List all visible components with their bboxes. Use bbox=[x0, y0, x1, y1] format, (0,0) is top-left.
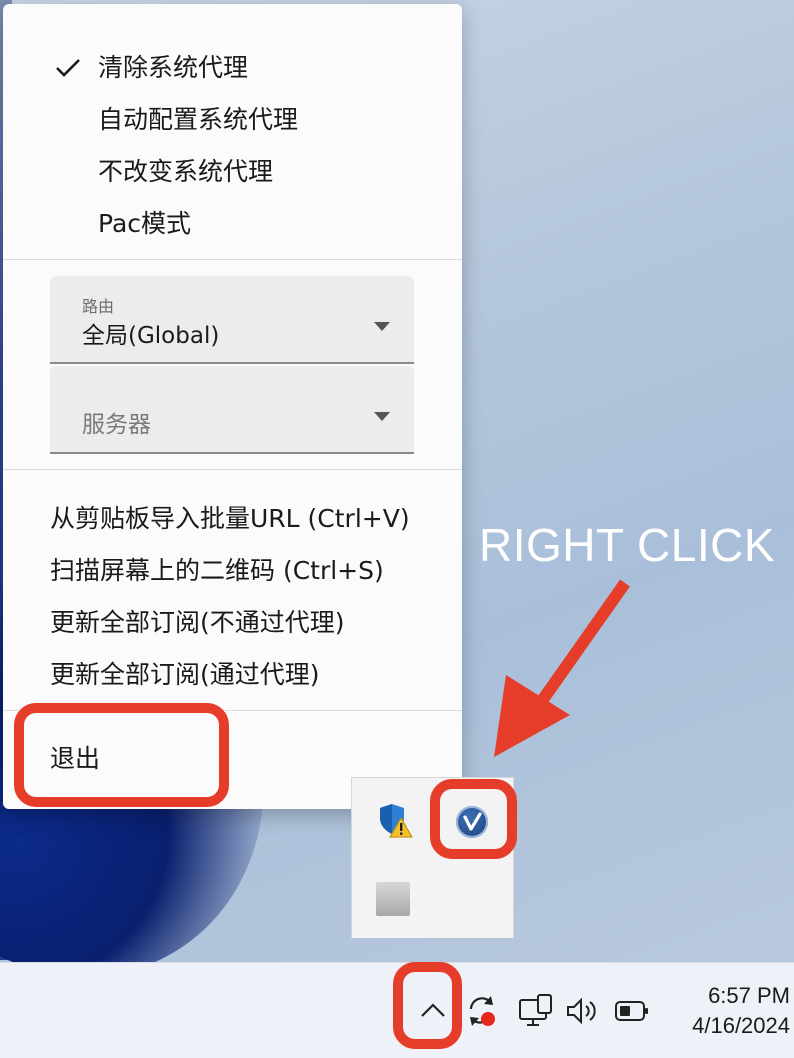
network-icon[interactable] bbox=[518, 994, 554, 1028]
menu-divider bbox=[3, 469, 462, 470]
menu-item-scan-qrcode[interactable]: 扫描屏幕上的二维码 (Ctrl+S) bbox=[50, 551, 384, 587]
dropdown-arrow-icon bbox=[374, 412, 390, 421]
volume-icon[interactable] bbox=[565, 996, 601, 1026]
sync-icon[interactable] bbox=[463, 992, 501, 1030]
defender-warning-icon[interactable] bbox=[378, 802, 414, 838]
exit-highlight bbox=[14, 703, 229, 807]
menu-item-keep-system-proxy[interactable]: 不改变系统代理 bbox=[98, 152, 273, 188]
menu-divider bbox=[3, 259, 462, 260]
server-placeholder: 服务器 bbox=[82, 412, 151, 438]
menu-item-pac-mode[interactable]: Pac模式 bbox=[98, 204, 191, 240]
generic-app-icon[interactable] bbox=[376, 882, 410, 916]
routing-dropdown[interactable]: 路由 全局(Global) bbox=[50, 276, 414, 364]
checkmark-icon bbox=[56, 59, 80, 77]
routing-label: 路由 bbox=[82, 297, 115, 316]
tray-icon-highlight bbox=[430, 779, 517, 859]
annotation-arrow bbox=[494, 579, 630, 757]
menu-item-update-subs-direct[interactable]: 更新全部订阅(不通过代理) bbox=[50, 603, 345, 639]
routing-value: 全局(Global) bbox=[82, 323, 220, 349]
dropdown-arrow-icon bbox=[374, 322, 390, 331]
annotation-text: RIGHT CLICK bbox=[479, 519, 776, 571]
context-menu: 清除系统代理 自动配置系统代理 不改变系统代理 Pac模式 路由 全局(Glob… bbox=[3, 4, 462, 809]
menu-item-auto-config-proxy[interactable]: 自动配置系统代理 bbox=[98, 100, 298, 136]
clock-date[interactable]: 4/16/2024 bbox=[660, 1013, 790, 1039]
menu-item-import-clipboard[interactable]: 从剪贴板导入批量URL (Ctrl+V) bbox=[50, 499, 410, 535]
server-dropdown[interactable]: 服务器 bbox=[50, 366, 414, 454]
tray-chevron-highlight bbox=[393, 962, 462, 1049]
clock-time[interactable]: 6:57 PM bbox=[680, 983, 790, 1009]
menu-item-clear-system-proxy[interactable]: 清除系统代理 bbox=[98, 48, 248, 84]
battery-icon[interactable] bbox=[614, 999, 650, 1023]
menu-item-update-subs-proxy[interactable]: 更新全部订阅(通过代理) bbox=[50, 655, 320, 691]
